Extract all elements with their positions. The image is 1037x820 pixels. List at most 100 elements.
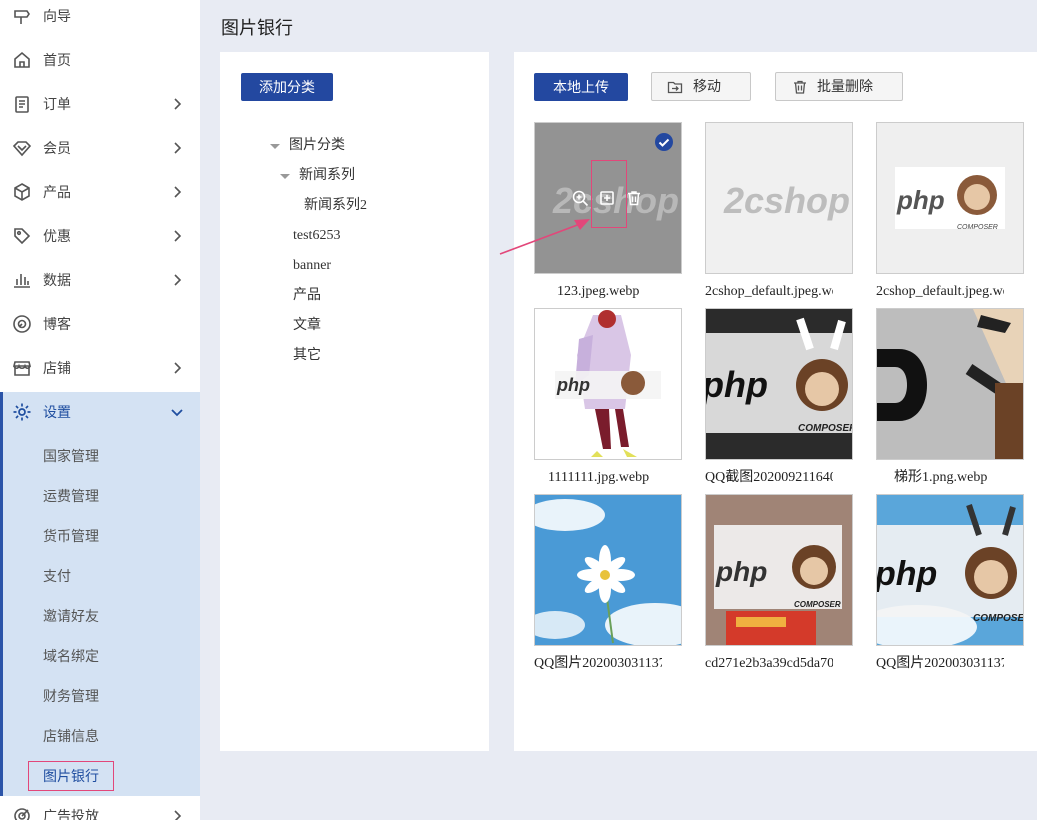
image-caption: 梯形1.png.webp — [894, 470, 988, 485]
sidebar-item-home[interactable]: 首页 — [0, 38, 200, 82]
tree-node-news[interactable]: 新闻系列 — [299, 166, 355, 186]
store-icon — [12, 358, 32, 378]
annotation-arrow — [499, 219, 590, 255]
gallery-panel: 本地上传 移动 批量删除 2cshop 2cshop php COMPOSER … — [514, 52, 1037, 751]
sidebar: 向导 首页 订单 会员 产品 优惠 数据 博客 店铺 设置 国家管理 运费管理 … — [0, 0, 200, 820]
tree-node-other[interactable]: 其它 — [293, 346, 321, 366]
image-thumb-9[interactable]: php COMPOSER — [876, 494, 1024, 646]
sidebar-item-orders[interactable]: 订单 — [0, 82, 200, 126]
sidebar-item-label: 向导 — [43, 8, 71, 24]
sidebar-item-label: 优惠 — [43, 228, 71, 244]
svg-text:2cshop: 2cshop — [723, 180, 850, 221]
image-caption: 2cshop_default.jpeg.webp — [876, 284, 1004, 299]
gear-icon — [12, 402, 32, 422]
tag-icon — [12, 226, 32, 246]
chevron-right-icon — [170, 361, 184, 375]
settings-sub-store-info[interactable]: 店铺信息 — [43, 726, 99, 746]
svg-text:php: php — [877, 555, 937, 593]
page-title: 图片银行 — [221, 18, 293, 38]
tree-node-root[interactable]: 图片分类 — [289, 136, 345, 156]
sidebar-item-label: 设置 — [43, 404, 71, 420]
chevron-right-icon — [170, 97, 184, 111]
tree-node-products[interactable]: 产品 — [293, 286, 321, 306]
image-caption: 1111111.jpg.webp — [548, 470, 650, 485]
sidebar-item-promotions[interactable]: 优惠 — [0, 214, 200, 258]
target-icon — [12, 806, 32, 820]
image-woman-php: php — [535, 309, 681, 459]
sidebar-item-settings[interactable]: 设置 — [0, 390, 200, 434]
chevron-right-icon — [170, 185, 184, 199]
settings-sub-country[interactable]: 国家管理 — [43, 446, 99, 466]
image-food-php: php COMPOSER — [706, 495, 852, 645]
settings-sub-currency[interactable]: 货币管理 — [43, 526, 99, 546]
tree-node-news2[interactable]: 新闻系列2 — [304, 196, 367, 216]
tree-node-test[interactable]: test6253 — [293, 226, 340, 246]
image-caption: 123.jpeg.webp — [557, 284, 640, 299]
category-panel: 添加分类 图片分类 新闻系列 新闻系列2 test6253 banner 产品 … — [220, 52, 489, 751]
sidebar-item-label: 订单 — [43, 96, 71, 112]
svg-text:php: php — [715, 556, 767, 587]
image-caption: cd271e2b3a39cd5da70.jpg.webp — [705, 656, 833, 671]
image-php-screenshot: php COMPOSER — [706, 309, 852, 459]
image-caption: QQ图片20200303113707.jpg.webp — [534, 656, 662, 671]
svg-text:COMPOSER: COMPOSER — [957, 224, 998, 231]
settings-sub-domain[interactable]: 域名绑定 — [43, 646, 99, 666]
image-thumb-8[interactable]: php COMPOSER — [705, 494, 853, 646]
caret-down-icon[interactable] — [270, 144, 280, 149]
diamond-icon — [12, 138, 32, 158]
local-upload-button[interactable]: 本地上传 — [534, 73, 628, 101]
selected-check-icon[interactable] — [655, 133, 673, 151]
settings-sub-payment[interactable]: 支付 — [43, 566, 71, 586]
sidebar-item-label: 博客 — [43, 316, 71, 332]
settings-sub-shipping[interactable]: 运费管理 — [43, 486, 99, 506]
bar-chart-icon — [12, 270, 32, 290]
trash-icon[interactable] — [625, 189, 643, 207]
image-php-closeup — [877, 309, 1023, 459]
trash-icon — [792, 79, 808, 95]
chevron-right-icon — [170, 141, 184, 155]
sidebar-item-label: 会员 — [43, 140, 71, 156]
image-thumb-2[interactable]: 2cshop — [705, 122, 853, 274]
batch-delete-button[interactable]: 批量删除 — [775, 72, 903, 101]
image-thumb-7[interactable] — [534, 494, 682, 646]
image-caption: QQ截图20200921164001.png.webp — [705, 470, 833, 485]
sidebar-item-guide[interactable]: 向导 — [0, 0, 200, 38]
settings-sub-image-bank[interactable]: 图片银行 — [28, 761, 114, 791]
sidebar-item-blog[interactable]: 博客 — [0, 302, 200, 346]
sidebar-item-label: 店铺 — [43, 360, 71, 376]
sidebar-item-ads[interactable]: 广告投放 — [0, 794, 200, 820]
tree-node-banner[interactable]: banner — [293, 256, 331, 276]
image-php-composer: php COMPOSER — [877, 123, 1023, 273]
chevron-right-icon — [170, 229, 184, 243]
sidebar-item-store[interactable]: 店铺 — [0, 346, 200, 390]
move-button[interactable]: 移动 — [651, 72, 751, 101]
sidebar-item-label: 广告投放 — [43, 808, 99, 820]
image-thumb-4[interactable]: php — [534, 308, 682, 460]
add-category-button[interactable]: 添加分类 — [241, 73, 333, 101]
compass-icon — [12, 314, 32, 334]
image-thumb-6[interactable] — [876, 308, 1024, 460]
caret-down-icon[interactable] — [280, 174, 290, 179]
sidebar-item-data[interactable]: 数据 — [0, 258, 200, 302]
chevron-down-icon — [170, 405, 184, 419]
settings-sub-finance[interactable]: 财务管理 — [43, 686, 99, 706]
sidebar-item-label: 产品 — [43, 184, 71, 200]
tree-node-articles[interactable]: 文章 — [293, 316, 321, 336]
svg-text:php: php — [556, 375, 590, 395]
box-icon — [12, 182, 32, 202]
sidebar-item-products[interactable]: 产品 — [0, 170, 200, 214]
zoom-in-icon[interactable] — [571, 189, 589, 207]
svg-text:COMPOSER: COMPOSER — [798, 423, 852, 434]
image-thumb-5[interactable]: php COMPOSER — [705, 308, 853, 460]
svg-text:COMPOSER: COMPOSER — [973, 613, 1023, 624]
image-thumb-3[interactable]: php COMPOSER — [876, 122, 1024, 274]
image-sky-php: php COMPOSER — [877, 495, 1023, 645]
settings-sub-invite[interactable]: 邀请好友 — [43, 606, 99, 626]
signpost-icon — [12, 6, 32, 26]
move-folder-icon — [667, 79, 683, 95]
batch-delete-label: 批量删除 — [817, 78, 873, 94]
image-2cshop-logo: 2cshop — [706, 123, 852, 273]
sidebar-item-members[interactable]: 会员 — [0, 126, 200, 170]
chevron-right-icon — [170, 809, 184, 820]
settings-expanded-block — [0, 392, 200, 796]
